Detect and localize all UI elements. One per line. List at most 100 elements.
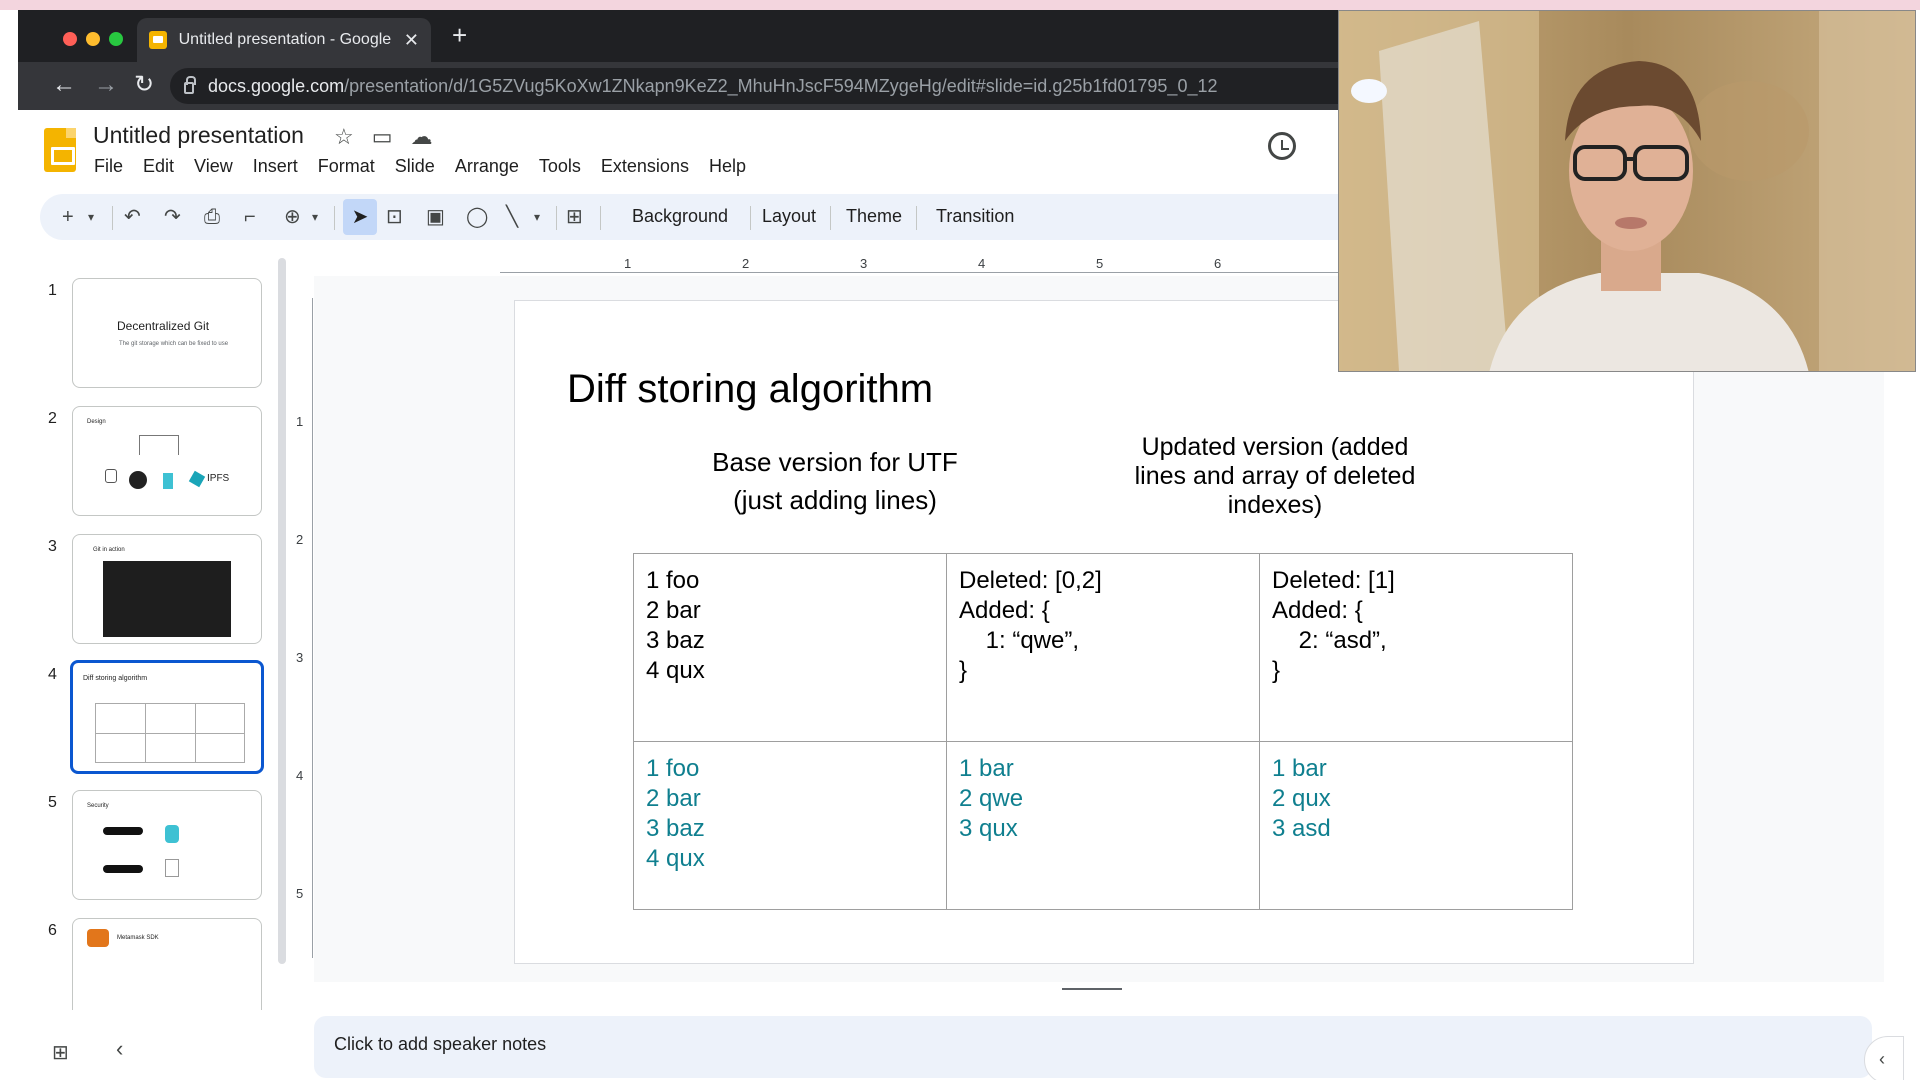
transition-button[interactable]: Transition	[936, 206, 1014, 227]
slide-number: 5	[48, 794, 57, 811]
cell-line: Deleted: [1]	[1272, 567, 1395, 594]
subtitle-updated-version[interactable]: Updated version (added lines and array o…	[1125, 433, 1425, 520]
go-gopher-icon	[163, 473, 173, 489]
cell-line: 1 bar	[959, 755, 1014, 782]
menu-view[interactable]: View	[194, 156, 233, 177]
minimize-window-icon[interactable]	[86, 32, 100, 46]
move-folder-icon[interactable]: ▭	[372, 124, 393, 150]
cell-line: 3 baz	[646, 815, 705, 842]
print-icon[interactable]: ⎙	[204, 204, 220, 230]
background-button[interactable]: Background	[632, 206, 728, 227]
image-icon[interactable]: ▣	[426, 204, 445, 230]
reload-icon[interactable]: ↻	[134, 70, 154, 100]
ruler-tick-label: 4	[296, 768, 304, 783]
star-icon[interactable]: ☆	[334, 124, 354, 150]
laptop-icon	[105, 469, 117, 483]
slide-thumbnail-6[interactable]: Metamask SDK	[72, 918, 262, 1010]
forward-arrow-icon[interactable]: →	[94, 70, 118, 100]
menu-insert[interactable]: Insert	[253, 156, 298, 177]
close-window-icon[interactable]	[63, 32, 77, 46]
table-cell[interactable]: 1 foo 2 bar 3 baz 4 qux	[633, 741, 947, 910]
cloud-status-icon[interactable]: ☁	[411, 124, 433, 150]
zoom-icon[interactable]: ⊕	[284, 204, 301, 230]
shape-icon[interactable]: ◯	[466, 204, 488, 230]
ruler-tick-label: 3	[860, 256, 868, 271]
menu-tools[interactable]: Tools	[539, 156, 581, 177]
undo-icon[interactable]: ↶	[124, 204, 141, 230]
menu-arrange[interactable]: Arrange	[455, 156, 519, 177]
go-gopher-icon	[165, 825, 179, 843]
new-tab-button[interactable]: +	[452, 22, 467, 48]
cell-line: 3 asd	[1272, 815, 1331, 842]
chevron-left-icon[interactable]: ‹	[116, 1036, 123, 1062]
table-cell[interactable]: Deleted: [0,2] Added: { 1: “qwe”, }	[946, 553, 1260, 742]
paint-format-icon[interactable]: ⌐	[244, 204, 256, 230]
cell-line: Deleted: [0,2]	[959, 567, 1102, 594]
version-history-icon[interactable]	[1268, 132, 1296, 160]
menu-format[interactable]: Format	[318, 156, 375, 177]
toolbar-divider	[750, 206, 751, 230]
line-icon[interactable]: ╲	[506, 204, 518, 230]
ruler-tick-label: 1	[624, 256, 632, 271]
metamask-fox-icon	[87, 929, 109, 947]
layout-button[interactable]: Layout	[762, 206, 816, 227]
speaker-notes-field[interactable]: Click to add speaker notes	[314, 1016, 1872, 1078]
slide-thumbnail-4-selected[interactable]: Diff storing algorithm	[70, 660, 264, 774]
cell-line: 2 qux	[1272, 785, 1331, 812]
new-slide-layout-chevron-down-icon[interactable]: ▾	[88, 204, 94, 230]
cell-line: 1 bar	[1272, 755, 1327, 782]
redo-icon[interactable]: ↷	[164, 204, 181, 230]
thumb-title: Security	[87, 803, 109, 809]
back-arrow-icon[interactable]: ←	[52, 70, 76, 100]
table-cell[interactable]: Deleted: [1] Added: { 2: “asd”, }	[1259, 553, 1573, 742]
cell-line: 4 qux	[646, 845, 705, 872]
subtitle-base-version[interactable]: Base version for UTF (just adding lines)	[665, 443, 1005, 519]
url-field[interactable]: docs.google.com /presentation/d/1G5ZVug5…	[170, 68, 1360, 104]
slide-title[interactable]: Diff storing algorithm	[567, 367, 933, 412]
slide-number: 4	[48, 666, 57, 683]
vertical-ruler: 1 2 3 4 5	[292, 298, 314, 958]
select-cursor-icon[interactable]: ➤	[343, 199, 377, 235]
current-slide[interactable]: Diff storing algorithm Base version for …	[514, 300, 1694, 964]
line-chevron-down-icon[interactable]: ▾	[534, 204, 540, 230]
ipfs-icon	[188, 470, 206, 488]
ruler-tick-label: 5	[296, 886, 304, 901]
menu-edit[interactable]: Edit	[143, 156, 174, 177]
add-comment-icon[interactable]: ⊞	[566, 204, 583, 230]
filmstrip-scrollbar[interactable]	[278, 258, 286, 964]
menu-slide[interactable]: Slide	[395, 156, 435, 177]
cell-line: 2 bar	[646, 785, 701, 812]
text-box-icon[interactable]: ⊡	[386, 204, 403, 230]
menu-help[interactable]: Help	[709, 156, 746, 177]
browser-tab-active[interactable]: Untitled presentation - Google Slides ✕	[137, 18, 431, 62]
slide-thumbnail-3[interactable]: Git in action	[72, 534, 262, 644]
new-slide-icon[interactable]: +	[62, 204, 74, 230]
document-title[interactable]: Untitled presentation	[93, 122, 304, 149]
menu-file[interactable]: File	[94, 156, 123, 177]
zoom-chevron-down-icon[interactable]: ▾	[312, 204, 318, 230]
table-cell[interactable]: 1 foo 2 bar 3 baz 4 qux	[633, 553, 947, 742]
maximize-window-icon[interactable]	[109, 32, 123, 46]
notes-resize-handle[interactable]	[1062, 988, 1122, 990]
diff-table[interactable]: 1 foo 2 bar 3 baz 4 qux Deleted: [0,2] A…	[633, 553, 1573, 910]
ruler-tick-label: 6	[1214, 256, 1222, 271]
subtitle-line: indexes)	[1227, 491, 1323, 519]
slide-number: 2	[48, 410, 57, 427]
slide-thumbnail-2[interactable]: Design IPFS	[72, 406, 262, 516]
side-panel-chevron-left-icon[interactable]: ‹	[1864, 1036, 1904, 1080]
menu-extensions[interactable]: Extensions	[601, 156, 689, 177]
lock-icon[interactable]	[184, 76, 196, 94]
slide-thumbnail-1[interactable]: Decentralized Git The git storage which …	[72, 278, 262, 388]
table-cell[interactable]: 1 bar 2 qux 3 asd	[1259, 741, 1573, 910]
theme-button[interactable]: Theme	[846, 206, 902, 227]
slide-number: 6	[48, 922, 57, 939]
subtitle-line: Updated version (added	[1141, 433, 1409, 461]
table-cell[interactable]: 1 bar 2 qwe 3 qux	[946, 741, 1260, 910]
close-tab-icon[interactable]: ✕	[404, 30, 419, 51]
slide-thumbnail-5[interactable]: Security	[72, 790, 262, 900]
slides-logo-icon[interactable]	[44, 128, 76, 172]
ruler-tick-label: 2	[296, 532, 304, 547]
document-icon	[165, 859, 179, 877]
cell-line: 1: “qwe”,	[959, 627, 1080, 654]
grid-view-icon[interactable]: ⊞	[52, 1040, 69, 1065]
